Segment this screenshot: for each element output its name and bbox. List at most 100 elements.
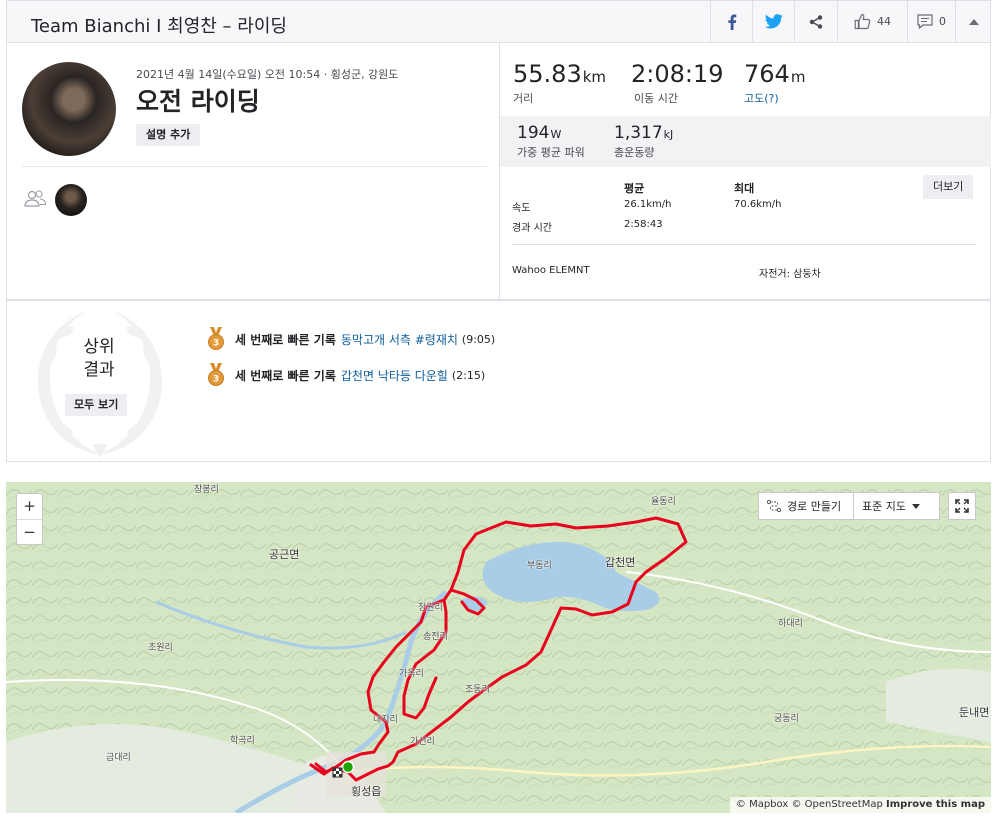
- activity-title: 오전 라이딩: [136, 87, 260, 116]
- activity-header: Team Bianchi I 최영찬 – 라이딩 44 0: [6, 0, 991, 43]
- activity-summary-panel: 2021년 4월 14일(수요일) 오전 10:54 · 횡성군, 강원도 오전…: [6, 42, 991, 300]
- fullscreen-icon: [955, 499, 969, 513]
- stat-value: 764: [744, 60, 790, 88]
- map-label: 금대리: [106, 753, 131, 763]
- share-icon: [809, 14, 823, 29]
- stat-distance: 55.83km 거리: [513, 60, 606, 106]
- zoom-in-button[interactable]: +: [17, 494, 42, 519]
- speed-max: 70.6km/h: [734, 199, 782, 210]
- kudos-count: 44: [877, 15, 891, 28]
- share-button[interactable]: [794, 1, 837, 42]
- stat-moving-time: 2:08:19 이동 시간: [631, 60, 724, 106]
- map-label: 창봉리: [194, 485, 219, 495]
- segment-link[interactable]: 갑천면 낙타등 다운힐: [341, 367, 448, 384]
- osm-credit-link[interactable]: © OpenStreetMap: [791, 799, 882, 810]
- fullscreen-button[interactable]: [948, 492, 976, 520]
- stat-unit: kJ: [663, 128, 674, 141]
- comment-button[interactable]: 0: [907, 1, 955, 42]
- caret-down-icon: [911, 503, 920, 509]
- elapsed-avg: 2:58:43: [624, 219, 663, 230]
- divider: [22, 166, 487, 167]
- zoom-out-button[interactable]: −: [17, 519, 42, 544]
- stat-elevation: 764m 고도(?): [744, 60, 805, 106]
- group-member-avatar[interactable]: [55, 184, 87, 216]
- activity-datetime-location: 2021년 4월 14일(수요일) 오전 10:54 · 횡성군, 강원도: [136, 68, 399, 81]
- map-style-dropdown[interactable]: 표준 지도: [853, 492, 940, 520]
- speed-avg: 26.1km/h: [624, 199, 672, 210]
- share-facebook-button[interactable]: [710, 1, 752, 42]
- map-label: 둔내면: [959, 706, 990, 719]
- map-label: 궁동리: [774, 714, 799, 724]
- results-title: 상위 결과: [67, 336, 131, 382]
- group-icon: [24, 190, 47, 207]
- map-label: 부동리: [527, 561, 552, 571]
- mapbox-credit-link[interactable]: © Mapbox: [736, 799, 788, 810]
- map-label: 갑천면: [605, 556, 636, 569]
- map-attribution: © Mapbox © OpenStreetMap Improve this ma…: [729, 797, 991, 813]
- improve-map-link[interactable]: Improve this map: [886, 799, 985, 810]
- map-label: 송전리: [423, 632, 448, 642]
- achievement-text: 세 번째로 빠른 기록: [235, 332, 336, 347]
- map-style-label: 표준 지도: [862, 500, 906, 513]
- divider: [512, 244, 976, 245]
- achievement-text: 세 번째로 빠른 기록: [235, 368, 336, 383]
- map-label: 내지리: [373, 715, 398, 725]
- page-title: Team Bianchi I 최영찬 – 라이딩: [31, 16, 287, 37]
- share-twitter-button[interactable]: [752, 1, 794, 42]
- athlete-avatar[interactable]: [22, 62, 116, 156]
- map-label: 가옥리: [399, 669, 424, 679]
- map-zoom-control: + −: [16, 493, 43, 545]
- map-label: 하대리: [778, 619, 803, 629]
- thumbs-up-icon: [854, 13, 871, 30]
- svg-text:3: 3: [213, 375, 219, 385]
- achievement-item: 3 세 번째로 빠른 기록 갑천면 낙타등 다운힐 (2:15): [207, 363, 485, 387]
- stat-value: 55.83: [513, 60, 582, 88]
- bronze-medal-icon: 3: [208, 363, 224, 386]
- map-label: 공근면: [269, 548, 300, 561]
- top-results-panel: 상위 결과 모두 보기 3 세 번째로 빠른 기록 동막고개 서측 #령재치 (…: [6, 300, 991, 462]
- row-label-elapsed: 경과 시간: [512, 223, 552, 234]
- stat-label: 총운동량: [614, 146, 655, 159]
- stat-unit: m: [790, 68, 806, 86]
- achievement-item: 3 세 번째로 빠른 기록 동막고개 서측 #령재치 (9:05): [207, 327, 495, 351]
- stat-value: 2:08:19: [631, 60, 724, 88]
- segment-link[interactable]: 동막고개 서측 #령재치: [341, 331, 458, 348]
- kudos-button[interactable]: 44: [837, 1, 907, 42]
- map-label: 초원리: [148, 643, 173, 653]
- map-label: 조동리: [465, 685, 490, 695]
- collapse-button[interactable]: [955, 1, 991, 42]
- stat-value: 194: [517, 123, 550, 143]
- stat-unit: W: [550, 128, 562, 141]
- add-description-button[interactable]: 설명 추가: [136, 124, 201, 146]
- elevation-help-link[interactable]: 고도(?): [744, 90, 805, 106]
- facebook-icon: [727, 14, 736, 30]
- segment-time: (2:15): [451, 368, 486, 382]
- more-details-button[interactable]: 더보기: [923, 175, 974, 199]
- device-name: Wahoo ELEMNT: [512, 265, 590, 276]
- comment-count: 0: [939, 15, 946, 28]
- results-title-line1: 상위: [83, 337, 115, 357]
- view-all-results-button[interactable]: 모두 보기: [65, 394, 128, 416]
- column-header-avg: 평균: [624, 182, 645, 195]
- route-builder-button[interactable]: 경로 만들기: [758, 492, 854, 520]
- results-title-line2: 결과: [83, 360, 115, 380]
- stat-total-work: 1,317kJ 총운동량: [614, 123, 673, 160]
- row-label-speed: 속도: [512, 203, 531, 214]
- map-label: 가선리: [410, 737, 435, 747]
- route-builder-label: 경로 만들기: [787, 500, 842, 513]
- route-icon: [767, 500, 781, 512]
- stat-label: 가중 평균 파워: [517, 146, 585, 159]
- route-map[interactable]: 창봉리 공근면 초원리 학곡리 금대리 횡성읍 부동리 갑천면 율동리 하대리 …: [6, 482, 991, 813]
- bronze-medal-icon: 3: [208, 327, 224, 350]
- twitter-icon: [764, 14, 783, 29]
- divider: [499, 42, 500, 300]
- stat-label: 거리: [513, 92, 534, 105]
- map-label: 율동리: [651, 497, 676, 507]
- map-label: 횡성읍: [351, 785, 382, 798]
- stat-value: 1,317: [614, 123, 663, 143]
- segment-time: (9:05): [461, 332, 496, 346]
- route-start-marker: [341, 760, 355, 774]
- chevron-up-icon: [968, 18, 979, 25]
- stat-weighted-power: 194W 가중 평균 파워: [517, 123, 585, 160]
- map-label: 학곡리: [230, 736, 255, 746]
